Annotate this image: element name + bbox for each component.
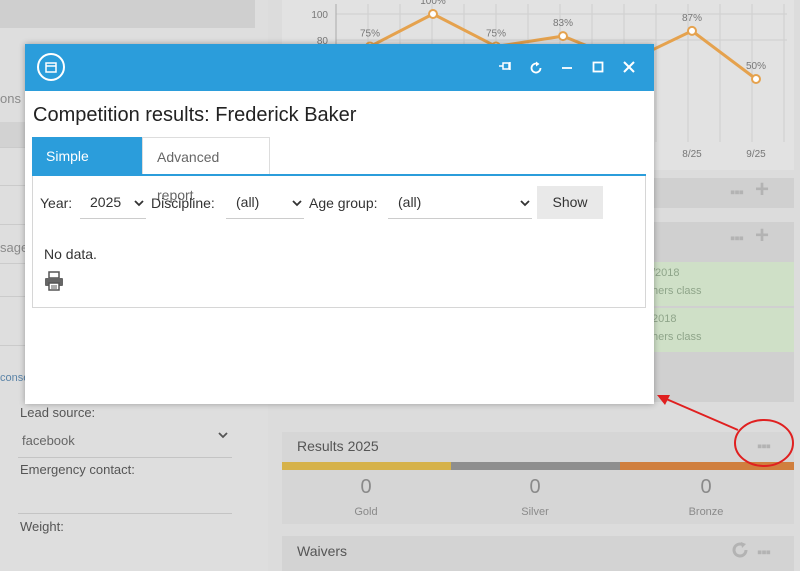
dialog-titlebar[interactable] xyxy=(25,44,654,91)
age-group-label: Age group: xyxy=(309,195,378,211)
show-button[interactable]: Show xyxy=(537,186,603,219)
chevron-down-icon xyxy=(520,187,530,217)
no-data-message: No data. xyxy=(44,246,97,262)
tab-simple-report[interactable]: Simple report xyxy=(32,137,142,202)
chevron-down-icon xyxy=(134,187,144,217)
annotation-circle xyxy=(734,419,794,467)
discipline-select[interactable]: (all) xyxy=(226,187,304,219)
annotation-arrow xyxy=(663,397,739,431)
refresh-icon[interactable] xyxy=(525,56,547,78)
minimize-icon[interactable] xyxy=(556,56,578,78)
dialog-title: Competition results: Frederick Baker xyxy=(33,104,357,126)
year-label: Year: xyxy=(40,195,73,211)
maximize-icon[interactable] xyxy=(587,56,609,78)
year-select[interactable]: 2025 xyxy=(80,187,146,219)
discipline-value: (all) xyxy=(236,194,260,210)
year-value: 2025 xyxy=(90,194,122,210)
competition-results-dialog: Competition results: Frederick Baker Sim… xyxy=(25,44,654,404)
age-group-value: (all) xyxy=(398,194,422,210)
chevron-down-icon xyxy=(292,187,302,217)
close-icon[interactable] xyxy=(618,56,640,78)
printer-icon[interactable] xyxy=(44,271,64,296)
pin-icon[interactable] xyxy=(494,56,516,78)
discipline-label: Discipline: xyxy=(151,195,215,211)
age-group-select[interactable]: (all) xyxy=(388,187,532,219)
calendar-icon xyxy=(37,53,65,81)
tab-advanced-report[interactable]: Advanced report xyxy=(142,137,270,203)
